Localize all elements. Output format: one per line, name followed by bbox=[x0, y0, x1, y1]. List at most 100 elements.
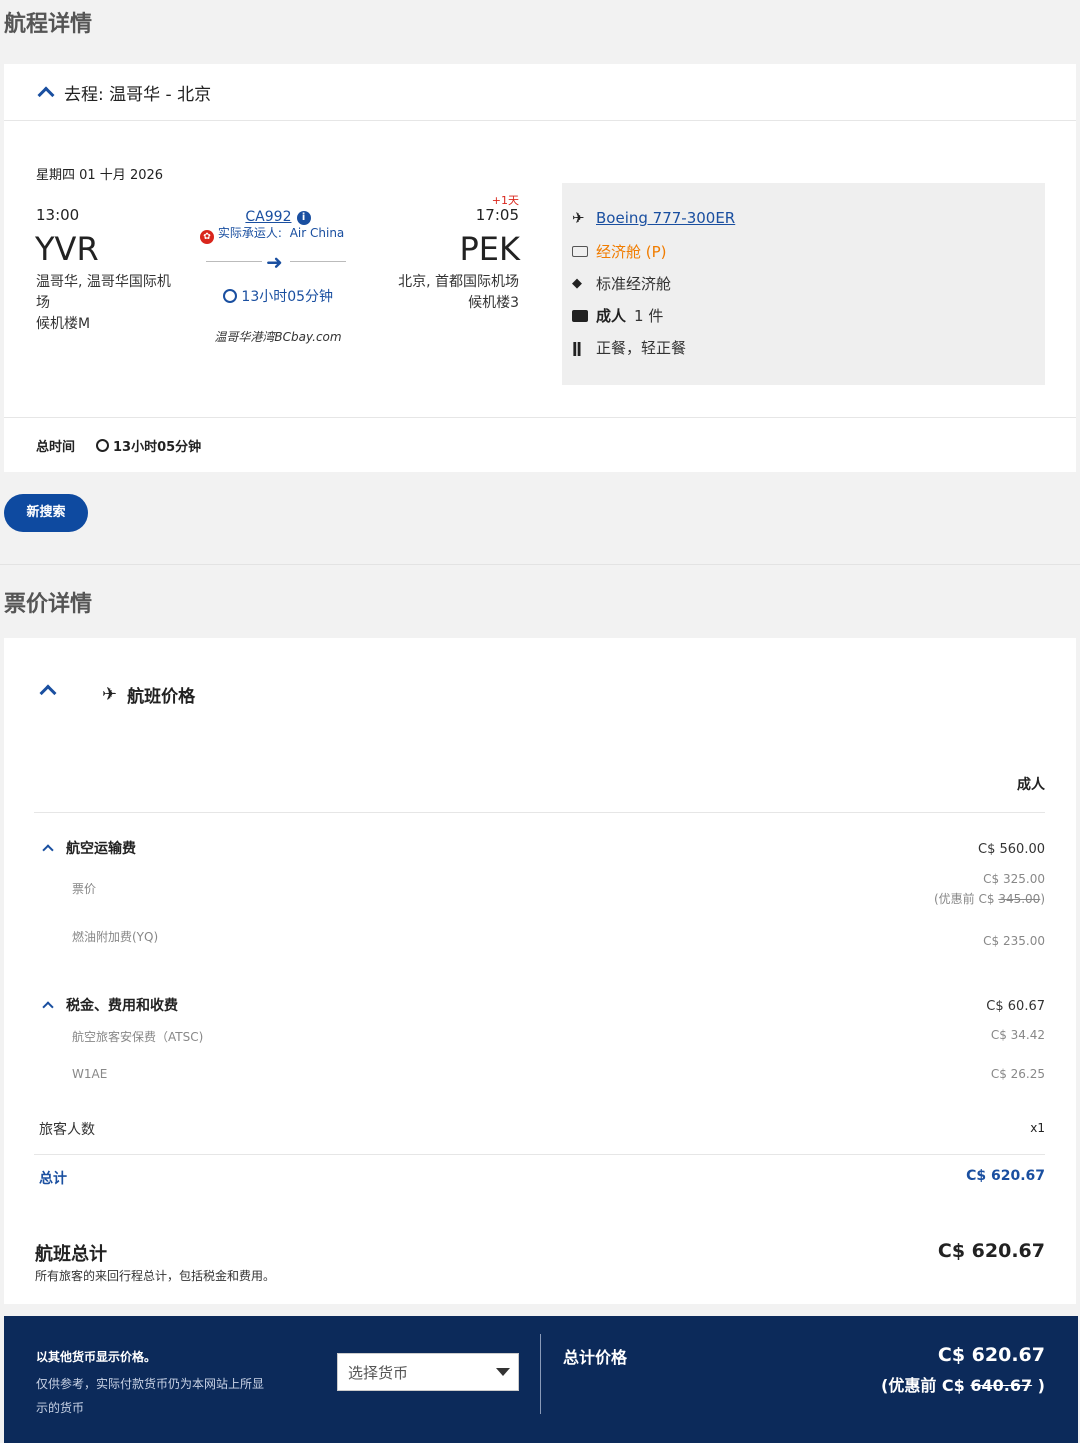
plane-icon: ✈ bbox=[572, 209, 585, 227]
fare-card: ✈ 航班价格 成人 航空运输费 C$ 560.00 票价 C$ 325.00 (… bbox=[4, 638, 1076, 1304]
divider bbox=[4, 417, 1076, 418]
depart-city-line2: 场 bbox=[36, 295, 50, 311]
currency-select-placeholder: 选择货币 bbox=[348, 1363, 409, 1382]
w1ae-amount: C$ 26.25 bbox=[990, 1067, 1045, 1081]
arrive-city: 北京, 首都国际机场 bbox=[398, 274, 519, 290]
arrive-terminal: 候机楼3 bbox=[468, 295, 519, 311]
before-suffix: ) bbox=[1032, 1376, 1045, 1395]
arrive-airport: 北京, 首都国际机场 候机楼3 bbox=[364, 272, 519, 314]
before-prefix: (优惠前 C$ bbox=[933, 892, 999, 906]
total-price-amount: C$ 620.67 bbox=[937, 1344, 1045, 1366]
tag-icon: ◆ bbox=[572, 276, 582, 291]
currency-note: 仅供参考，实际付款货币仍为本网站上所显 示的货币 bbox=[36, 1372, 264, 1420]
cabin-row: 经济舱 (P) bbox=[572, 241, 667, 262]
fare-family: 标准经济舱 bbox=[596, 275, 672, 293]
flight-total-label: 航班总计 bbox=[35, 1244, 107, 1265]
arrive-code: PEK bbox=[459, 230, 521, 268]
w1ae-label: W1AE bbox=[72, 1067, 108, 1081]
divider bbox=[0, 564, 1080, 565]
atsc-label: 航空旅客安保费（ATSC) bbox=[72, 1030, 204, 1044]
chevron-up-icon[interactable] bbox=[39, 684, 57, 702]
itinerary-card: 去程: 温哥华 - 北京 星期四 01 十月 2026 13:00 YVR 温哥… bbox=[4, 64, 1076, 472]
fuel-label: 燃油附加费(YQ) bbox=[72, 930, 159, 944]
new-search-button[interactable]: 新搜索 bbox=[4, 494, 88, 532]
atsc-amount: C$ 34.42 bbox=[990, 1028, 1045, 1042]
utensils-icon: ǁ bbox=[572, 338, 582, 357]
info-icon[interactable]: i bbox=[296, 210, 311, 225]
taxes-row[interactable]: 税金、费用和收费 bbox=[42, 995, 178, 1015]
total-price-before: (优惠前 C$ 640.67 ) bbox=[784, 1372, 1045, 1396]
baggage-count: 1 件 bbox=[634, 307, 664, 325]
depart-city-line1: 温哥华, 温哥华国际机 bbox=[36, 274, 171, 290]
ticket-icon bbox=[572, 246, 588, 257]
flight-middle: CA992 i bbox=[200, 206, 356, 225]
divider bbox=[540, 1334, 541, 1414]
fuel-amount: C$ 235.00 bbox=[983, 934, 1045, 948]
currency-title: 以其他货币显示价格。 bbox=[36, 1350, 157, 1364]
duration: 13小时05分钟 bbox=[200, 286, 356, 306]
caret-down-icon[interactable] bbox=[496, 1368, 510, 1376]
air-transport-label: 航空运输费 bbox=[66, 841, 136, 857]
subtotal-amount: C$ 620.67 bbox=[966, 1168, 1045, 1184]
suitcase-icon bbox=[572, 309, 588, 322]
taxes-label: 税金、费用和收费 bbox=[66, 998, 178, 1014]
chevron-up-icon[interactable] bbox=[42, 1001, 54, 1013]
flight-date: 星期四 01 十月 2026 bbox=[36, 168, 164, 183]
leg-header-text: 去程: 温哥华 - 北京 bbox=[64, 84, 212, 105]
flight-details-box: ✈ Boeing 777-300ER 经济舱 (P) ◆ 标准经济舱 成人 1 … bbox=[562, 183, 1045, 385]
leg-header[interactable]: 去程: 温哥华 - 北京 bbox=[37, 82, 212, 105]
carrier-line: ✿ 实际承运人: Air China bbox=[200, 224, 360, 244]
flight-total-note: 所有旅客的来回行程总计，包括税金和费用。 bbox=[35, 1269, 276, 1283]
before-amount: 345.00 bbox=[998, 892, 1041, 906]
route-line-left bbox=[206, 261, 262, 262]
depart-airport: 温哥华, 温哥华国际机 场 候机楼M bbox=[36, 272, 171, 335]
divider bbox=[34, 812, 1045, 813]
arrow-right-icon: ➜ bbox=[266, 250, 283, 274]
chevron-up-icon[interactable] bbox=[42, 844, 54, 856]
divider bbox=[34, 1154, 1045, 1155]
before-amount: 640.67 bbox=[970, 1376, 1033, 1395]
carrier-label: 实际承运人: bbox=[217, 226, 282, 240]
plane-icon: ✈ bbox=[102, 684, 118, 705]
currency-select[interactable]: 选择货币 bbox=[337, 1353, 519, 1391]
total-time-text: 13小时05分钟 bbox=[113, 440, 202, 455]
flight-total-amount: C$ 620.67 bbox=[937, 1240, 1045, 1262]
fare-family-row: ◆ 标准经济舱 bbox=[572, 273, 671, 294]
arrive-time: 17:05 bbox=[475, 206, 519, 224]
base-fare-amount: C$ 325.00 bbox=[983, 872, 1045, 886]
cabin-class: 经济舱 (P) bbox=[596, 243, 667, 261]
flight-number-link[interactable]: CA992 bbox=[245, 209, 291, 225]
baggage-label: 成人 bbox=[596, 307, 627, 325]
air-transport-amount: C$ 560.00 bbox=[978, 842, 1045, 857]
clock-icon bbox=[222, 289, 237, 303]
before-suffix: ) bbox=[1040, 892, 1045, 906]
meal: 正餐，轻正餐 bbox=[596, 339, 687, 357]
total-price-label: 总计价格 bbox=[563, 1348, 628, 1367]
divider bbox=[4, 120, 1076, 121]
total-time: 13小时05分钟 bbox=[96, 436, 201, 455]
total-time-label: 总时间 bbox=[36, 440, 76, 455]
currency-panel: 以其他货币显示价格。 仅供参考，实际付款货币仍为本网站上所显 示的货币 选择货币… bbox=[4, 1316, 1078, 1443]
before-prefix: (优惠前 C$ bbox=[881, 1376, 971, 1395]
flight-price-label: 航班价格 bbox=[127, 687, 196, 707]
taxes-amount: C$ 60.67 bbox=[986, 999, 1045, 1014]
flight-price-header: ✈ 航班价格 bbox=[102, 682, 195, 707]
baggage-row: 成人 1 件 bbox=[572, 305, 663, 326]
fare-collapse-toggle[interactable] bbox=[39, 684, 57, 703]
carrier-name: Air China bbox=[289, 226, 345, 240]
aircraft-row: ✈ Boeing 777-300ER bbox=[572, 209, 735, 227]
meal-row: ǁ 正餐，轻正餐 bbox=[572, 337, 686, 358]
itinerary-section-title: 航程详情 bbox=[4, 12, 93, 37]
depart-time: 13:00 bbox=[36, 206, 80, 224]
currency-note-line2: 示的货币 bbox=[36, 1401, 85, 1415]
air-transport-row[interactable]: 航空运输费 bbox=[42, 838, 136, 858]
pax-count-label: 旅客人数 bbox=[39, 1122, 95, 1138]
chevron-up-icon[interactable] bbox=[37, 86, 55, 104]
base-fare-label: 票价 bbox=[72, 882, 97, 896]
route-line-right bbox=[290, 261, 346, 262]
passenger-type: 成人 bbox=[1017, 777, 1045, 793]
base-fare-before: (优惠前 C$ 345.00) bbox=[804, 890, 1045, 907]
pax-count: x1 bbox=[1030, 1121, 1045, 1135]
aircraft-link[interactable]: Boeing 777-300ER bbox=[596, 209, 735, 227]
fare-section-title: 票价详情 bbox=[4, 592, 93, 617]
